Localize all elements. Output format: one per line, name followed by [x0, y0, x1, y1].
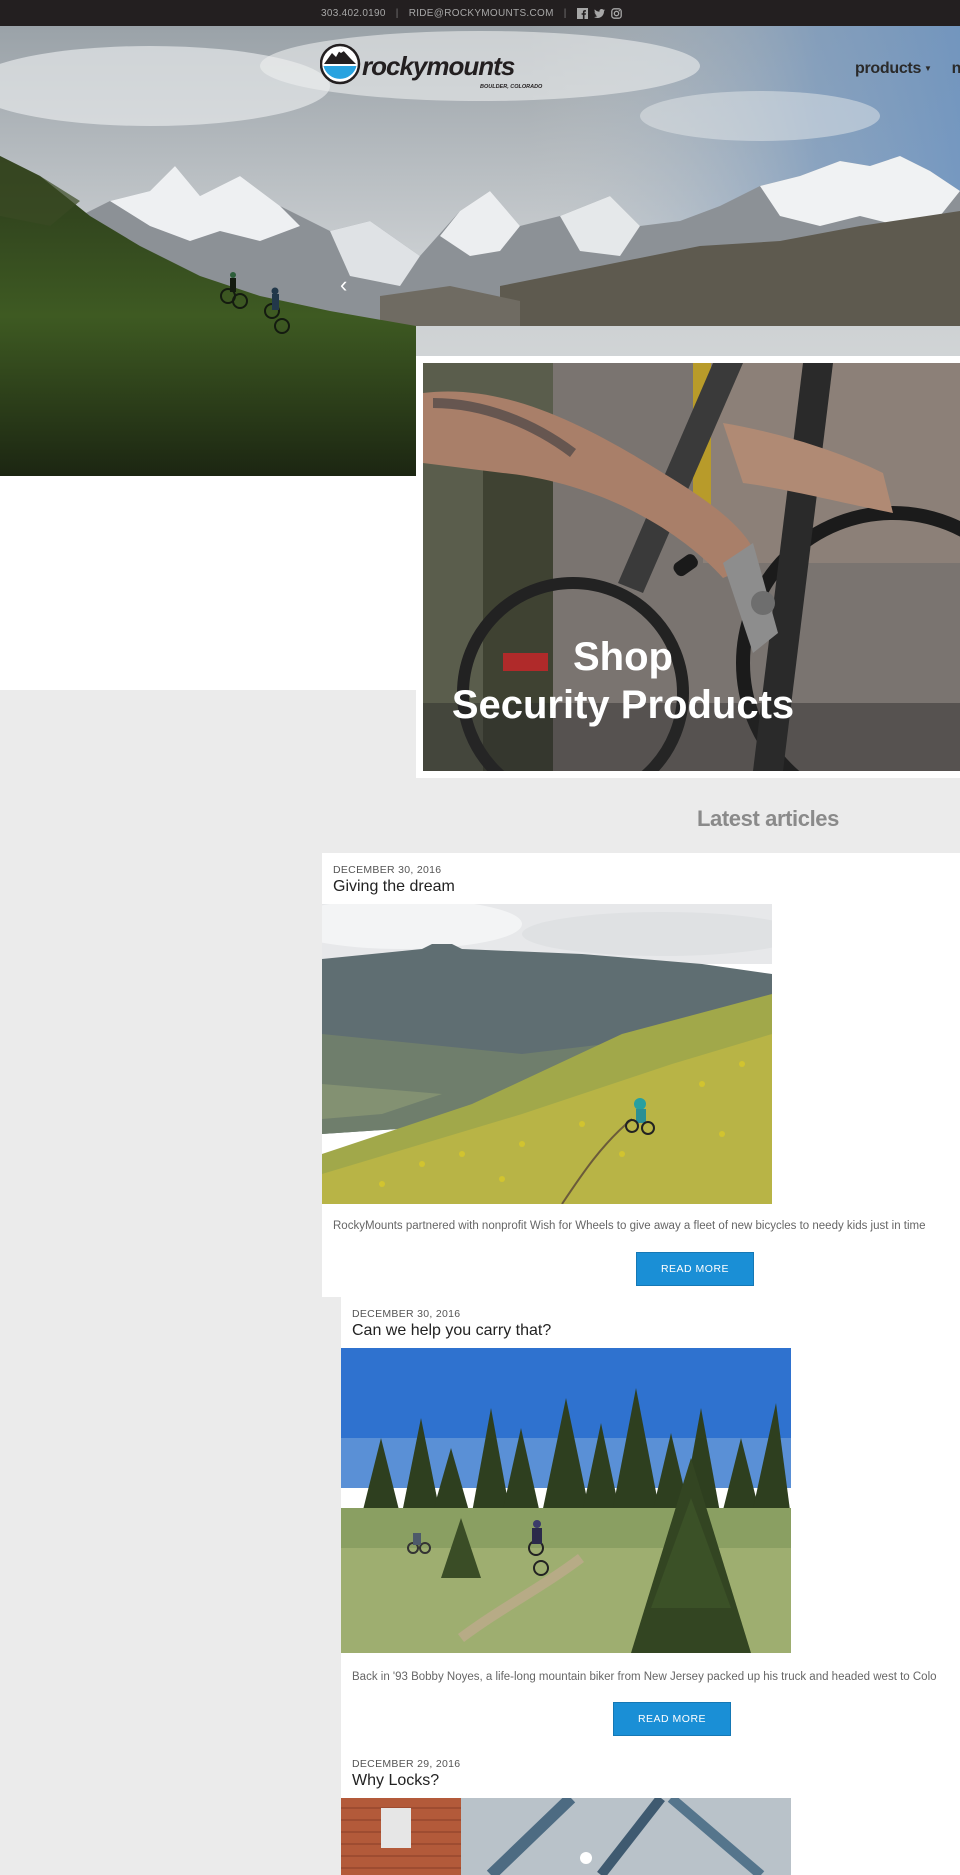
divider: | [563, 7, 567, 19]
article-title[interactable]: Giving the dream [333, 878, 455, 896]
article-image[interactable] [341, 1348, 791, 1653]
nav-item-products[interactable]: products ▼ [855, 60, 932, 78]
facebook-icon[interactable] [576, 7, 588, 19]
nav-item-next[interactable]: ne [952, 60, 960, 78]
brand-logo[interactable]: rockymounts BOULDER, COLORADO [319, 40, 550, 92]
article-date: DECEMBER 30, 2016 [333, 864, 442, 876]
article-excerpt: RockyMounts partnered with nonprofit Wis… [333, 1220, 926, 1232]
logo-text: rockymounts [362, 51, 515, 81]
contact-info: 303.402.0190 | RIDE@ROCKYMOUNTS.COM | [321, 0, 622, 26]
twitter-icon[interactable] [593, 8, 605, 19]
article-excerpt: Back in '93 Bobby Noyes, a life-long mou… [352, 1671, 937, 1683]
promo-image: Shop Security Products [423, 363, 960, 771]
article-card: DECEMBER 30, 2016 Giving the dream Rocky… [322, 853, 960, 1297]
article-image[interactable] [322, 904, 772, 1204]
read-more-button[interactable]: READ MORE [613, 1702, 731, 1736]
article-date: DECEMBER 29, 2016 [352, 1758, 461, 1770]
email-link[interactable]: RIDE@ROCKYMOUNTS.COM [409, 8, 554, 19]
read-more-button[interactable]: READ MORE [636, 1252, 754, 1286]
article-image[interactable] [341, 1798, 791, 1875]
divider: | [395, 7, 399, 19]
chevron-down-icon: ▼ [924, 64, 932, 74]
logo-tagline: BOULDER, COLORADO [480, 84, 543, 90]
article-title[interactable]: Can we help you carry that? [352, 1322, 551, 1340]
main-nav: products▼ ne [855, 60, 960, 78]
nav-item-label: products [855, 60, 922, 77]
article-title[interactable]: Why Locks? [352, 1772, 439, 1790]
instagram-icon[interactable] [610, 7, 622, 19]
social-links [576, 7, 622, 19]
top-bar: 303.402.0190 | RIDE@ROCKYMOUNTS.COM | [0, 0, 960, 26]
article-date: DECEMBER 30, 2016 [352, 1308, 461, 1320]
promo-title-line1: Shop [573, 635, 673, 679]
latest-articles-heading: Latest articles [697, 806, 839, 831]
article-card: DECEMBER 30, 2016 Can we help you carry … [341, 1297, 960, 1747]
content-spacer [0, 476, 416, 690]
prev-slide-arrow[interactable]: ‹ [340, 272, 347, 298]
promo-title-line2: Security Products [451, 683, 795, 727]
article-card: DECEMBER 29, 2016 Why Locks? [341, 1747, 960, 1875]
promo-title: Shop Security Products [423, 633, 823, 729]
phone-link[interactable]: 303.402.0190 [321, 8, 386, 19]
promo-tile-security[interactable]: Shop Security Products [416, 356, 960, 778]
